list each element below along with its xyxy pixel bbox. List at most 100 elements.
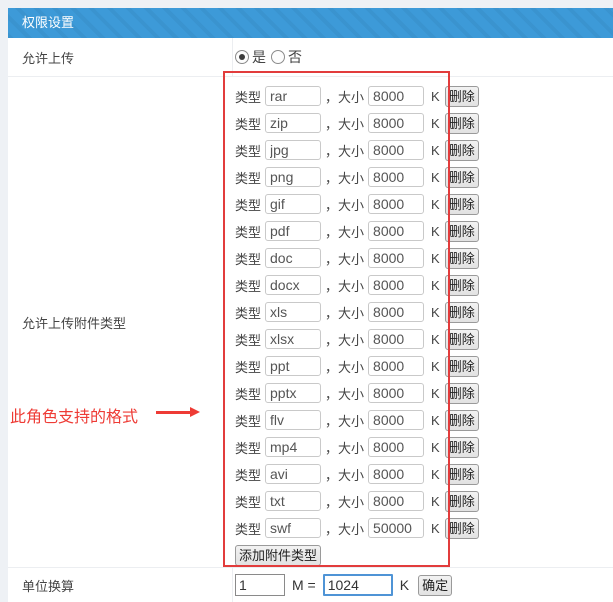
unit-conversion-label: 单位换算 bbox=[8, 568, 233, 602]
size-input[interactable] bbox=[368, 464, 424, 484]
megabyte-input[interactable] bbox=[235, 574, 285, 596]
type-input[interactable] bbox=[265, 383, 321, 403]
size-input[interactable] bbox=[368, 248, 424, 268]
size-unit: K bbox=[431, 197, 440, 212]
delete-button[interactable]: 删除 bbox=[445, 86, 479, 107]
attachment-type-item: 类型 ，大小 K 删除 bbox=[235, 517, 613, 539]
attachment-type-item: 类型 ，大小 K 删除 bbox=[235, 490, 613, 512]
delete-button[interactable]: 删除 bbox=[445, 248, 479, 269]
delete-button[interactable]: 删除 bbox=[445, 329, 479, 350]
size-prefix: ，大小 bbox=[325, 411, 364, 430]
delete-button[interactable]: 删除 bbox=[445, 302, 479, 323]
size-prefix: ，大小 bbox=[325, 276, 364, 295]
size-unit: K bbox=[431, 413, 440, 428]
type-prefix: 类型 bbox=[235, 141, 261, 160]
size-prefix: ，大小 bbox=[325, 141, 364, 160]
delete-button[interactable]: 删除 bbox=[445, 491, 479, 512]
type-input[interactable] bbox=[265, 113, 321, 133]
radio-no-icon[interactable] bbox=[271, 50, 285, 64]
type-prefix: 类型 bbox=[235, 384, 261, 403]
type-input[interactable] bbox=[265, 86, 321, 106]
size-prefix: ，大小 bbox=[325, 384, 364, 403]
delete-button[interactable]: 删除 bbox=[445, 221, 479, 242]
delete-button[interactable]: 删除 bbox=[445, 194, 479, 215]
size-prefix: ，大小 bbox=[325, 222, 364, 241]
size-prefix: ，大小 bbox=[325, 438, 364, 457]
delete-button[interactable]: 删除 bbox=[445, 464, 479, 485]
radio-yes-icon[interactable] bbox=[235, 50, 249, 64]
unit-conversion-row: 单位换算 M = K 确定 bbox=[8, 568, 613, 602]
size-input[interactable] bbox=[368, 302, 424, 322]
size-input[interactable] bbox=[368, 491, 424, 511]
type-prefix: 类型 bbox=[235, 276, 261, 295]
type-prefix: 类型 bbox=[235, 465, 261, 484]
size-input[interactable] bbox=[368, 167, 424, 187]
size-input[interactable] bbox=[368, 410, 424, 430]
type-prefix: 类型 bbox=[235, 303, 261, 322]
delete-button[interactable]: 删除 bbox=[445, 518, 479, 539]
delete-button[interactable]: 删除 bbox=[445, 356, 479, 377]
delete-button[interactable]: 删除 bbox=[445, 383, 479, 404]
add-attachment-type-button[interactable]: 添加附件类型 bbox=[235, 545, 321, 566]
size-prefix: ，大小 bbox=[325, 357, 364, 376]
type-input[interactable] bbox=[265, 491, 321, 511]
size-input[interactable] bbox=[368, 140, 424, 160]
radio-yes-label: 是 bbox=[252, 47, 266, 67]
size-input[interactable] bbox=[368, 275, 424, 295]
delete-button[interactable]: 删除 bbox=[445, 140, 479, 161]
size-input[interactable] bbox=[368, 329, 424, 349]
allow-upload-label: 允许上传 bbox=[8, 38, 233, 76]
type-input[interactable] bbox=[265, 356, 321, 376]
size-input[interactable] bbox=[368, 437, 424, 457]
type-input[interactable] bbox=[265, 221, 321, 241]
size-unit: K bbox=[431, 359, 440, 374]
size-input[interactable] bbox=[368, 356, 424, 376]
type-input[interactable] bbox=[265, 302, 321, 322]
size-prefix: ，大小 bbox=[325, 168, 364, 187]
type-input[interactable] bbox=[265, 140, 321, 160]
delete-button[interactable]: 删除 bbox=[445, 167, 479, 188]
panel-header: 权限设置 bbox=[8, 8, 613, 38]
radio-no-label: 否 bbox=[288, 47, 302, 67]
size-unit: K bbox=[431, 116, 440, 131]
attachment-type-item: 类型 ，大小 K 删除 bbox=[235, 220, 613, 242]
size-unit: K bbox=[431, 143, 440, 158]
attachment-type-item: 类型 ，大小 K 删除 bbox=[235, 85, 613, 107]
type-input[interactable] bbox=[265, 518, 321, 538]
type-input[interactable] bbox=[265, 437, 321, 457]
type-prefix: 类型 bbox=[235, 168, 261, 187]
size-prefix: ，大小 bbox=[325, 87, 364, 106]
size-input[interactable] bbox=[368, 194, 424, 214]
size-input[interactable] bbox=[368, 113, 424, 133]
type-input[interactable] bbox=[265, 329, 321, 349]
size-prefix: ，大小 bbox=[325, 465, 364, 484]
m-equals-text: M = bbox=[292, 577, 316, 593]
k-unit-text: K bbox=[400, 577, 409, 593]
type-input[interactable] bbox=[265, 275, 321, 295]
type-prefix: 类型 bbox=[235, 222, 261, 241]
attachment-type-item: 类型 ，大小 K 删除 bbox=[235, 193, 613, 215]
type-input[interactable] bbox=[265, 167, 321, 187]
radio-option-yes[interactable]: 是 bbox=[235, 47, 266, 67]
confirm-button[interactable]: 确定 bbox=[418, 575, 452, 596]
delete-button[interactable]: 删除 bbox=[445, 113, 479, 134]
radio-option-no[interactable]: 否 bbox=[271, 47, 302, 67]
type-input[interactable] bbox=[265, 410, 321, 430]
type-input[interactable] bbox=[265, 248, 321, 268]
delete-button[interactable]: 删除 bbox=[445, 410, 479, 431]
size-input[interactable] bbox=[368, 383, 424, 403]
size-prefix: ，大小 bbox=[325, 114, 364, 133]
size-input[interactable] bbox=[368, 518, 424, 538]
delete-button[interactable]: 删除 bbox=[445, 275, 479, 296]
type-prefix: 类型 bbox=[235, 87, 261, 106]
kilobyte-input[interactable] bbox=[323, 574, 393, 596]
delete-button[interactable]: 删除 bbox=[445, 437, 479, 458]
type-input[interactable] bbox=[265, 464, 321, 484]
attachment-type-list: 类型 ，大小 K 删除 类型 ，大小 K 删除 类型 ，大小 K 删除 类型 ，… bbox=[235, 85, 613, 539]
type-prefix: 类型 bbox=[235, 438, 261, 457]
attachment-type-item: 类型 ，大小 K 删除 bbox=[235, 382, 613, 404]
size-input[interactable] bbox=[368, 86, 424, 106]
size-input[interactable] bbox=[368, 221, 424, 241]
type-input[interactable] bbox=[265, 194, 321, 214]
attachment-types-label: 允许上传附件类型 bbox=[8, 77, 233, 567]
